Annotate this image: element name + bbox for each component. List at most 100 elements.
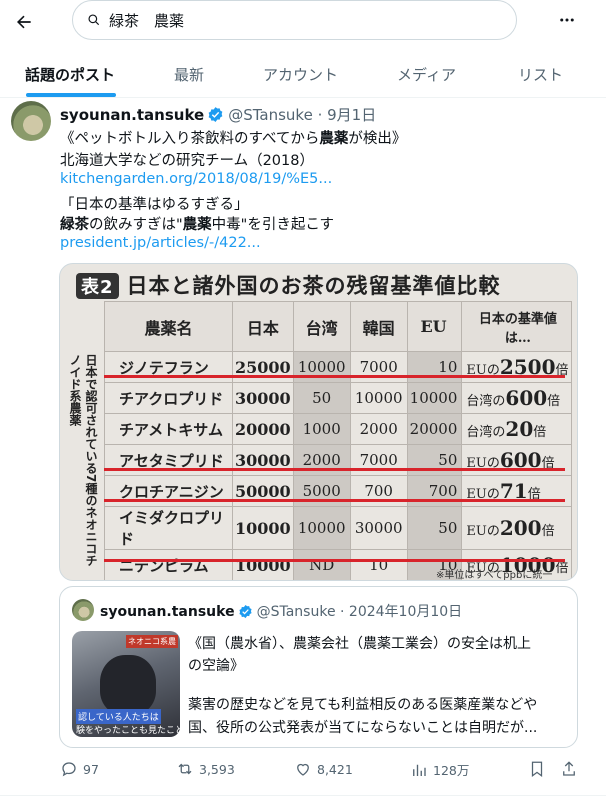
share-icon [563,761,575,776]
more-options-icon[interactable] [555,8,579,32]
ratio-cell: EUの200倍 [461,506,573,550]
tab-top[interactable]: 話題のポスト [25,64,115,85]
avatar[interactable] [11,101,51,141]
avatar [72,599,94,621]
repost-button[interactable]: 3,593 [176,760,235,778]
table-row: チアメトキサム 20000 1000 2000 20000 台湾の20倍 [104,413,573,445]
table-cell: 30000 [232,382,294,414]
table-cell: ND [292,549,351,580]
search-tabs: 話題のポスト 最新 アカウント メディア リスト [0,48,606,98]
red-underline [104,375,565,378]
share-button[interactable] [560,760,578,778]
reply-icon [62,762,76,777]
quote-text-line: 薬害の歴史などを見ても利益相反のある医薬産業などや [188,697,538,713]
divider [0,795,606,796]
quote-header: syounan.tansuke @STansuke · 2024年10月10日 [100,601,462,623]
quoted-post[interactable]: syounan.tansuke @STansuke · 2024年10月10日 ネ… [59,586,578,748]
image-title-text: 日本と諸外国のお茶の残留基準値比較 [126,274,501,298]
reply-count: 97 [83,761,99,777]
quote-text-line: の空論》 [188,658,244,674]
quote-thumbnail[interactable]: ネオニコ系農 認している人たちは 験をやったことも見たこともな [72,631,180,737]
display-name: syounan.tansuke [100,604,235,620]
table-cell: 20000 [406,413,463,445]
ratio-value: 20 [505,417,534,441]
thumbnail-tag: ネオニコ系農 [126,635,178,648]
active-tab-indicator [26,93,116,97]
table-cell: 30000 [349,506,408,550]
ratio-unit: 倍 [547,394,561,409]
tweet-link-2[interactable]: president.jp/articles/-/422... [60,235,261,251]
tweet-link-1[interactable]: kitchengarden.org/2018/08/19/%E5... [60,171,332,187]
table-cell: 50 [406,506,463,550]
tweet-header: syounan.tansuke @STansuke · 9月1日 [60,104,376,127]
ratio-value: 600 [505,386,548,410]
table-cell: 20000 [232,413,294,445]
thumbnail-caption: 認している人たちは [76,709,161,724]
tab-latest[interactable]: 最新 [174,64,204,85]
view-count: 128万 [433,763,470,778]
ratio-label: 台湾の [466,425,506,440]
thumbnail-caption: 験をやったことも見たこともな [76,726,180,736]
tab-lists[interactable]: リスト [518,64,563,85]
header-cell: 台湾 [292,301,351,352]
reply-button[interactable]: 97 [60,760,99,778]
search-query[interactable]: 緑茶 農薬 [109,10,184,31]
verified-badge-icon [207,106,224,127]
ratio-label: 台湾の [466,394,506,409]
tab-media[interactable]: メディア [397,64,456,85]
tweet-line-4: 「日本の基準はゆるすぎる」 [60,197,249,213]
table-cell: 10000 [349,382,408,414]
ratio-unit: 倍 [533,425,547,440]
text-segment: 中毒"を引き起こす [211,217,335,233]
table-cell: イミダクロプリド [104,506,233,550]
separator: · [312,106,328,124]
like-count: 8,421 [317,761,353,777]
table-cell: 10000 [232,549,294,580]
table-cell: 10000 [232,506,294,550]
image-title: 表2 日本と諸外国のお茶の残留基準値比較 [76,270,501,300]
text-segment: が検出》 [348,131,407,147]
table-cell: 1000 [292,413,351,445]
views-chart-icon [413,764,426,776]
back-arrow-icon[interactable] [10,8,38,36]
display-name[interactable]: syounan.tansuke [60,106,204,124]
keyword-highlight: 農薬 [319,131,349,147]
table-cell: 50 [292,382,351,414]
ratio-label: EUの [466,524,500,539]
red-underline [104,559,565,562]
header-cell: 日本の基準値は… [461,301,573,352]
handle[interactable]: @STansuke [228,106,313,124]
table-cell: 10 [349,549,408,580]
quote-text-line: 《国（農水省）、農薬会社（農薬工業会）の安全は机上 [188,636,531,652]
tweet-line-1: 《ペットボトル入り茶飲料のすべてから農薬が検出》 [60,127,406,148]
red-underline [104,499,565,502]
like-button[interactable]: 8,421 [294,760,353,778]
views-button[interactable]: 128万 [410,760,469,779]
search-input[interactable]: 緑茶 農薬 [72,0,517,40]
ratio-unit: 倍 [555,561,569,576]
table-cell: 10000 [292,506,351,550]
ratio-unit: 倍 [541,524,555,539]
attached-image[interactable]: 表2 日本と諸外国のお茶の残留基準値比較 日本で認可されている7種のネオニコチノイ… [59,263,578,581]
text-segment: 《ペットボトル入り茶飲料のすべてから [60,131,320,147]
header-cell: EU [406,301,463,352]
heart-icon [297,763,309,776]
header-cell: 韓国 [349,301,408,352]
tab-accounts[interactable]: アカウント [263,64,338,85]
table-cell: 10000 [406,382,463,414]
repost-count: 3,593 [199,761,235,777]
post-date[interactable]: 9月1日 [327,106,376,124]
repost-icon [178,763,192,775]
red-underline [104,468,565,471]
bookmark-button[interactable] [528,760,546,778]
ratio-value: 200 [499,516,542,540]
table-header-row: 農薬名 日本 台湾 韓国 EU 日本の基準値は… [104,301,573,352]
post-date: 2024年10月10日 [348,604,463,620]
table-cell: 2000 [349,413,408,445]
ratio-cell: 台湾の20倍 [461,413,573,445]
footnote: ※単位はすべてppbに統一 [436,570,553,581]
header-cell: 農薬名 [104,301,233,352]
search-icon [88,14,100,26]
quote-text-line: 国、役所の公式発表が当てにならないことは自明だが... [188,720,538,736]
table-cell: チアクロプリド [104,382,233,414]
